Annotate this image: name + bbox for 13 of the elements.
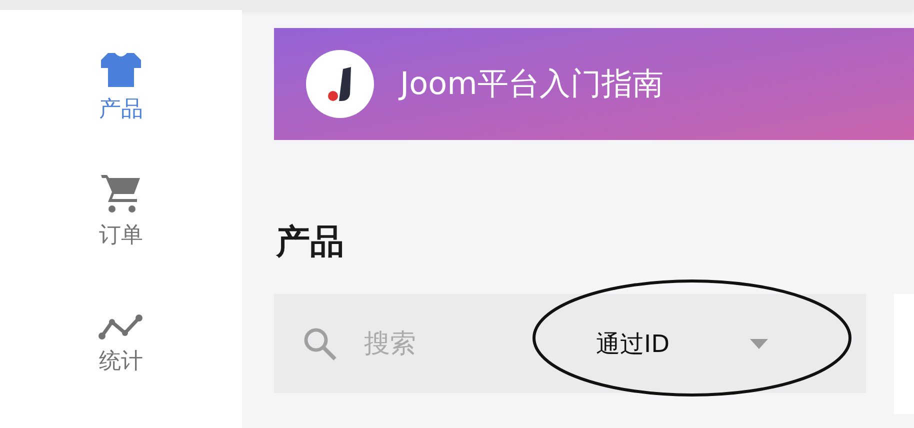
banner-title: Joom平台入门指南 [400,65,664,104]
caret-icon [750,338,768,348]
cart-icon [100,174,142,214]
search-icon [302,326,338,362]
search-field[interactable]: 搜索 通过ID [274,294,866,393]
line-chart-icon [98,314,144,340]
t-shirt-icon [100,52,142,88]
filter-dropdown[interactable]: 通过ID [596,328,768,360]
sidebar-item[interactable]: 产品 [59,44,183,128]
sidebar-item[interactable]: 统计 [58,296,184,380]
logo-icon [306,50,374,118]
page-title: 产品 [276,221,345,264]
sidebar-item[interactable]: 订单 [59,170,183,254]
